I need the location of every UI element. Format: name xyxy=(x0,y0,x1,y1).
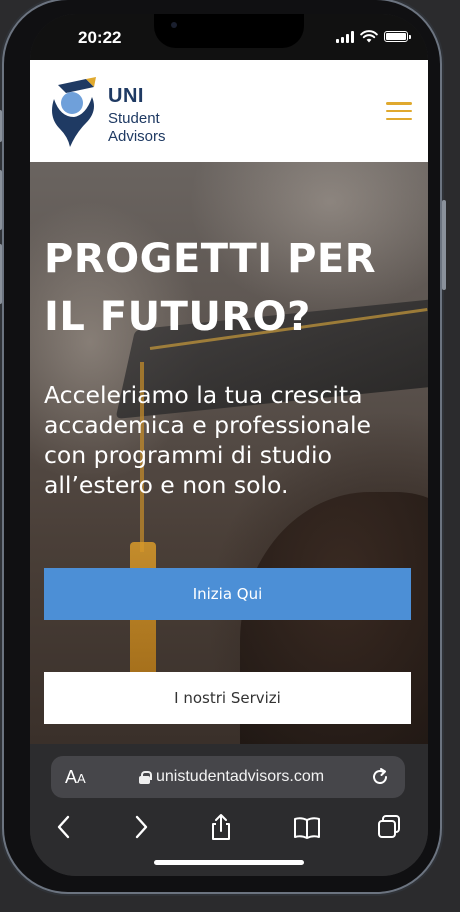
signal-icon xyxy=(336,30,354,43)
lock-icon xyxy=(139,770,152,784)
site-header: UNI Student Advisors xyxy=(30,60,428,162)
volume-up-button xyxy=(0,170,2,230)
browser-bottom-bar: AA unistudentadvisors.com xyxy=(30,744,428,876)
logo-line-student: Student xyxy=(108,110,160,127)
status-icons xyxy=(336,30,411,43)
wifi-icon xyxy=(360,30,378,43)
hero-subtitle: Acceleriamo la tua crescita accademica e… xyxy=(44,381,372,499)
logo-line-uni: UNI xyxy=(108,85,144,107)
forward-icon[interactable] xyxy=(126,812,156,842)
logo-icon[interactable] xyxy=(46,77,102,147)
start-here-button[interactable]: Inizia Qui xyxy=(44,568,411,620)
logo-line-advisors: Advisors xyxy=(108,127,166,145)
url-field[interactable]: unistudentadvisors.com xyxy=(139,768,324,786)
address-bar[interactable]: AA unistudentadvisors.com xyxy=(51,756,405,798)
phone-frame: 20:22 UNI Student Advisors PROGETTI PER … xyxy=(0,0,446,892)
hero-title: PROGETTI PER IL FUTURO? xyxy=(44,236,377,340)
reload-icon[interactable] xyxy=(369,766,391,788)
status-bar: 20:22 xyxy=(30,14,428,60)
power-button xyxy=(442,200,446,290)
silent-switch xyxy=(0,110,2,142)
front-camera xyxy=(171,22,177,28)
url-text: unistudentadvisors.com xyxy=(156,768,325,785)
logo-wordmark[interactable]: UNI Student Advisors xyxy=(108,86,166,145)
menu-icon[interactable] xyxy=(386,102,412,120)
share-icon[interactable] xyxy=(206,812,236,842)
battery-icon xyxy=(384,31,411,42)
tabs-icon[interactable] xyxy=(374,812,404,842)
screen: 20:22 UNI Student Advisors PROGETTI PER … xyxy=(30,14,428,876)
text-size-button[interactable]: AA xyxy=(65,767,86,788)
notch xyxy=(154,14,304,48)
home-indicator[interactable] xyxy=(154,860,304,865)
hero-section: PROGETTI PER IL FUTURO? Acceleriamo la t… xyxy=(30,162,428,744)
our-services-button[interactable]: I nostri Servizi xyxy=(44,672,411,724)
back-icon[interactable] xyxy=(49,812,79,842)
browser-toolbar xyxy=(30,808,428,848)
bookmarks-icon[interactable] xyxy=(292,812,322,842)
volume-down-button xyxy=(0,244,2,304)
status-time: 20:22 xyxy=(78,28,122,47)
